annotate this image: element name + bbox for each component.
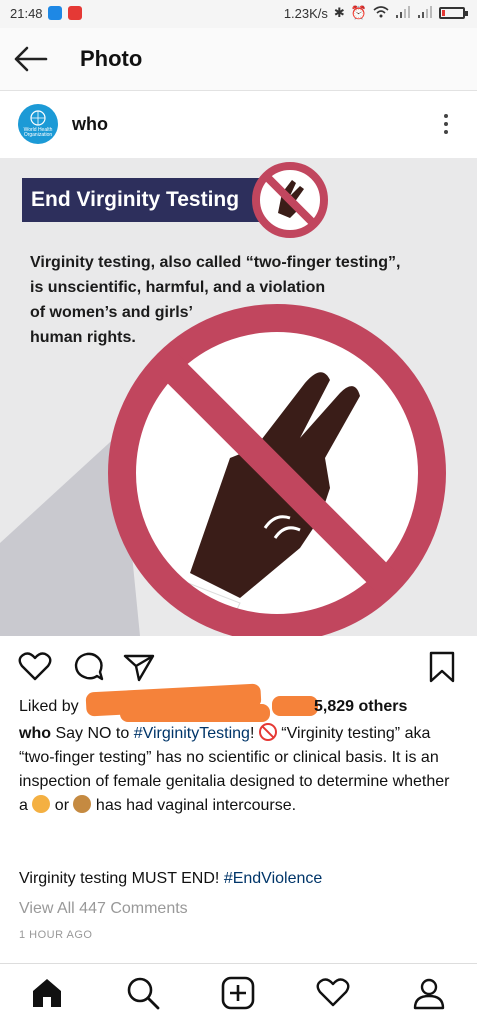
send-icon[interactable] xyxy=(122,650,156,684)
caption-line-2: Virginity testing MUST END! #EndViolence xyxy=(19,870,322,888)
alarm-icon: ⏰ xyxy=(350,5,367,20)
app-notification-icon xyxy=(48,6,62,20)
home-icon[interactable] xyxy=(30,976,64,1010)
arrow-left-icon[interactable] xyxy=(12,44,50,74)
bluetooth-icon: ✱ xyxy=(333,5,345,20)
hashtag-link[interactable]: #VirginityTesting xyxy=(134,725,250,742)
more-vertical-icon[interactable] xyxy=(443,114,449,138)
network-speed: 1.23K/s xyxy=(283,5,328,21)
avatar-text: World Health Organization xyxy=(23,127,53,138)
profile-icon[interactable] xyxy=(412,976,446,1010)
signal-icon xyxy=(395,5,411,21)
post-header: World Health Organization who xyxy=(0,92,477,158)
add-post-icon[interactable] xyxy=(221,976,255,1010)
post-timestamp: 1 HOUR AGO xyxy=(19,929,93,941)
caption-username[interactable]: who xyxy=(19,725,51,742)
search-icon[interactable] xyxy=(126,976,160,1010)
caption-text: Virginity testing MUST END! xyxy=(19,870,220,887)
caption-text: or xyxy=(50,797,74,814)
signal-icon xyxy=(417,5,433,21)
wifi-icon xyxy=(373,5,389,21)
comment-icon[interactable] xyxy=(72,650,106,684)
activity-heart-icon[interactable] xyxy=(316,976,350,1010)
post-image[interactable]: End Virginity Testing Virginity testing,… xyxy=(0,158,477,636)
redaction-mark xyxy=(120,704,270,722)
no-sign-graphic xyxy=(108,304,446,636)
page-title: Photo xyxy=(80,46,143,71)
status-bar: 21:48 1.23K/s ✱ ⏰ xyxy=(0,0,477,28)
redaction-mark xyxy=(272,696,318,716)
caption-text: has had vaginal intercourse. xyxy=(91,797,297,814)
hashtag-link[interactable]: #EndViolence xyxy=(224,870,322,887)
post-caption: who Say NO to #VirginityTesting! “Virgin… xyxy=(19,722,459,818)
battery-icon xyxy=(439,7,468,19)
caption-text: ! xyxy=(249,725,259,742)
girl-emoji-icon xyxy=(73,795,92,813)
app-notification-icon xyxy=(68,6,82,20)
view-comments-link[interactable]: View All 447 Comments xyxy=(19,900,188,918)
bookmark-icon[interactable] xyxy=(425,650,459,684)
prohibited-emoji-icon xyxy=(258,723,277,741)
status-right: 1.23K/s ✱ ⏰ xyxy=(283,5,468,21)
post-username[interactable]: who xyxy=(72,114,108,135)
woman-emoji-icon xyxy=(32,795,51,813)
caption-text: Say NO to xyxy=(55,725,130,742)
heart-icon[interactable] xyxy=(18,650,52,684)
status-time: 21:48 xyxy=(10,6,43,21)
likes-count[interactable]: 5,829 others xyxy=(314,698,407,716)
liked-by-label: Liked by xyxy=(19,698,79,715)
avatar[interactable]: World Health Organization xyxy=(18,104,58,144)
top-app-bar: Photo xyxy=(0,28,477,91)
bottom-navigation xyxy=(0,963,477,1025)
